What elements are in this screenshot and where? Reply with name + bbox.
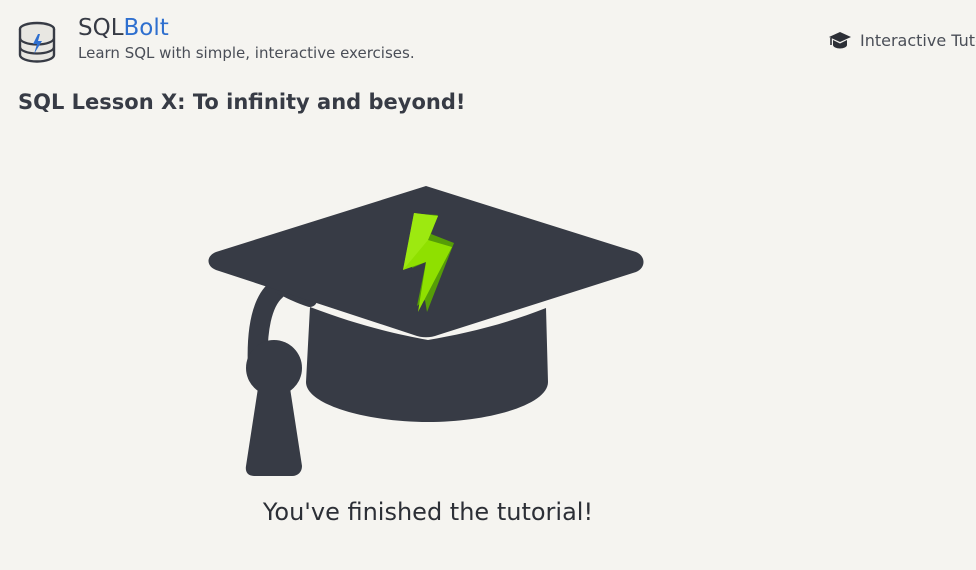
page: SQLBolt Learn SQL with simple, interacti… (0, 0, 976, 570)
brand-prefix: SQL (78, 15, 124, 41)
brand-title[interactable]: SQLBolt (78, 14, 169, 42)
brand-accent: Bolt (123, 15, 169, 41)
completion-message: You've finished the tutorial! (262, 498, 594, 526)
page-title: SQL Lesson X: To infinity and beyond! (18, 90, 466, 114)
graduation-cap-bolt-icon (208, 186, 644, 476)
nav-interactive-tutorial-link[interactable]: Interactive Tuto (828, 28, 976, 52)
nav-link-label: Interactive Tuto (860, 30, 976, 50)
tagline: Learn SQL with simple, interactive exerc… (78, 44, 415, 62)
graduation-cap-icon (829, 32, 851, 49)
database-bolt-icon[interactable] (17, 20, 57, 64)
